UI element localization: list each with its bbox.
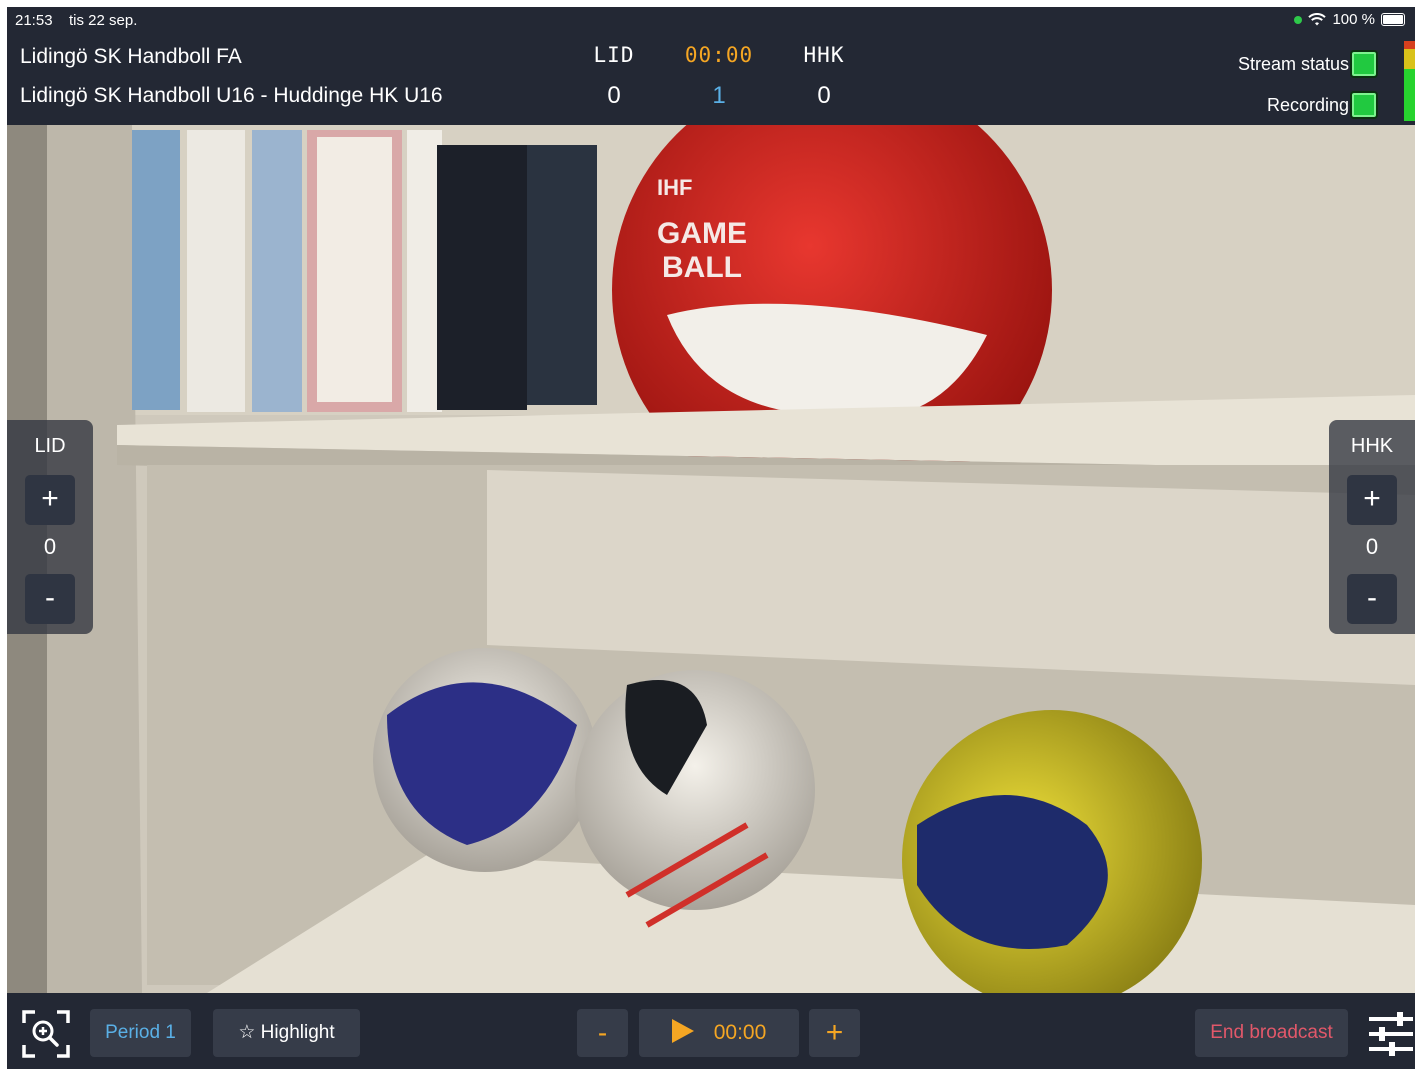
recording-label: Recording: [1266, 95, 1349, 115]
clock-increment-button[interactable]: +: [809, 1009, 860, 1057]
highlight-button[interactable]: ☆ Highlight: [213, 1009, 360, 1057]
home-panel-label: LID: [34, 435, 66, 457]
recording-indicator: [1350, 91, 1378, 119]
scoreboard-header: Lidingö SK Handboll FA Lidingö SK Handbo…: [7, 33, 1415, 125]
status-bar: 21:53 tis 22 sep. 100 %: [7, 7, 1415, 33]
clock-play-button[interactable]: 00:00: [639, 1009, 799, 1057]
camera-preview[interactable]: IHF GAME BALL LID + 0 - HHK + 0 -: [7, 125, 1415, 993]
status-time: 21:53: [15, 12, 53, 29]
app-frame: 21:53 tis 22 sep. 100 % Lidingö SK Handb…: [7, 7, 1415, 1069]
audio-level-low: [1404, 69, 1415, 121]
home-score-decrement-button[interactable]: -: [25, 574, 75, 624]
zoom-in-icon[interactable]: [21, 1009, 71, 1059]
period-number: 1: [712, 82, 726, 109]
clock-display: 00:00: [713, 1021, 767, 1044]
status-date: tis 22 sep.: [69, 12, 138, 29]
camera-indicator-icon: [1294, 15, 1303, 24]
period-button[interactable]: Period 1: [90, 1009, 191, 1057]
home-team-abbr: LID: [593, 43, 635, 67]
away-score-increment-button[interactable]: +: [1347, 475, 1397, 525]
game-clock: 00:00: [684, 43, 754, 67]
audio-level-peak: [1404, 41, 1415, 49]
home-score-increment-button[interactable]: +: [25, 475, 75, 525]
svg-text:BALL: BALL: [662, 251, 742, 284]
home-score: 0: [607, 82, 621, 109]
audio-level-mid: [1404, 49, 1415, 69]
away-team-abbr: HHK: [803, 43, 845, 67]
match-title: Lidingö SK Handboll U16 - Huddinge HK U1…: [20, 84, 443, 107]
away-score: 0: [817, 82, 831, 109]
camera-feed-image: IHF GAME BALL: [7, 125, 1415, 993]
wifi-icon: [1308, 12, 1327, 25]
stream-status-label: Stream status: [1237, 54, 1349, 74]
home-score-panel: LID + 0 -: [7, 420, 93, 634]
bottom-toolbar: Period 1 ☆ Highlight - 00:00 + End broad…: [7, 993, 1415, 1069]
home-panel-score: 0: [43, 534, 57, 559]
play-icon: [671, 1019, 694, 1044]
organization-name: Lidingö SK Handboll FA: [20, 45, 242, 68]
clock-decrement-button[interactable]: -: [577, 1009, 628, 1057]
svg-text:IHF: IHF: [657, 175, 692, 200]
away-score-decrement-button[interactable]: -: [1347, 574, 1397, 624]
away-panel-label: HHK: [1350, 435, 1394, 457]
end-broadcast-button[interactable]: End broadcast: [1195, 1009, 1348, 1057]
stream-status-indicator: [1350, 50, 1378, 78]
away-panel-score: 0: [1365, 534, 1379, 559]
status-right: 100 %: [1294, 11, 1405, 28]
battery-icon: [1381, 13, 1405, 26]
away-score-panel: HHK + 0 -: [1329, 420, 1415, 634]
battery-percent: 100 %: [1332, 11, 1375, 28]
sliders-icon[interactable]: [1367, 1009, 1415, 1059]
svg-text:GAME: GAME: [657, 217, 747, 250]
